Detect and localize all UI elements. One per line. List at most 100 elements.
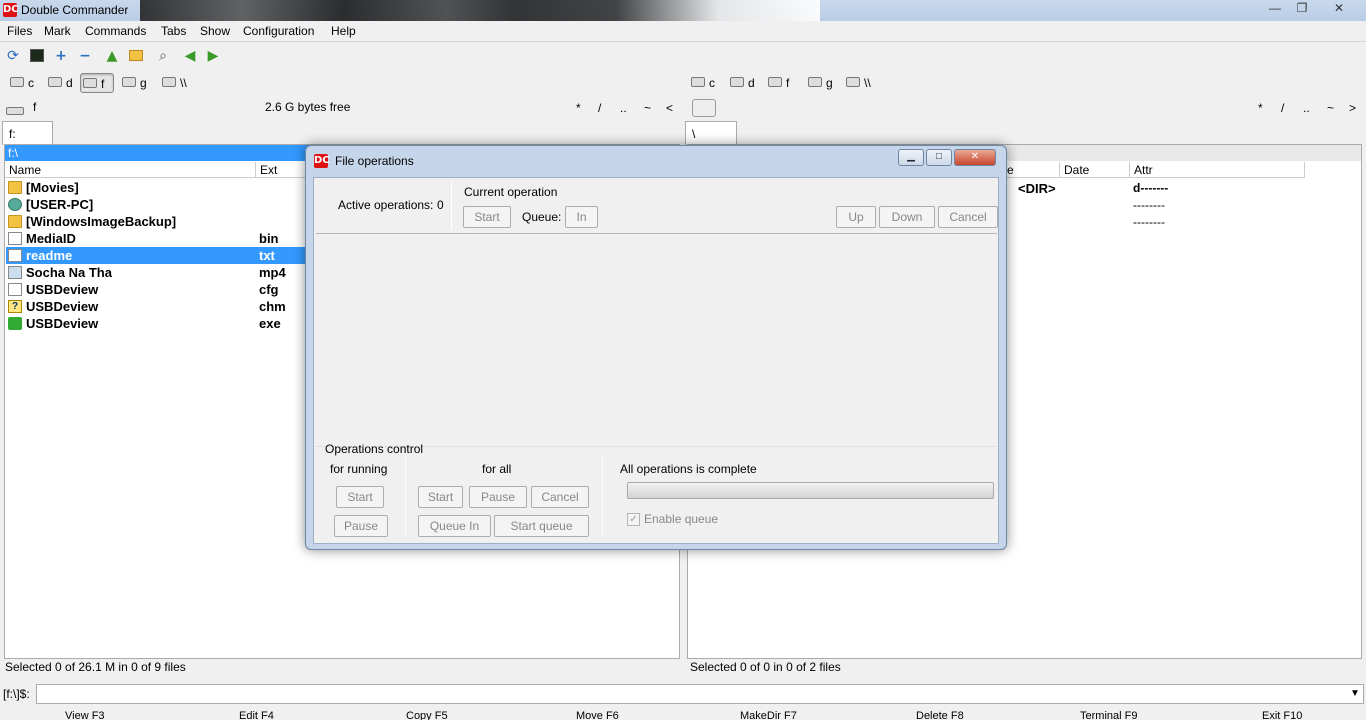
left-col-name[interactable]: Name [5,162,256,178]
dialog-title: File operations [335,154,414,168]
document-icon [8,232,22,245]
queue-in-button[interactable]: In [565,206,598,228]
up-button[interactable]: Up [836,206,876,228]
menu-configuration[interactable]: Configuration [243,24,314,38]
file-row[interactable]: [USER-PC] [6,196,306,213]
f5-copy-button[interactable]: Copy F5 [406,710,448,720]
running-start-button[interactable]: Start [336,486,384,508]
up-arrow-icon[interactable]: ▲ [102,46,122,66]
left-nav-copy[interactable]: < [666,101,673,115]
right-col-attr[interactable]: Attr [1130,162,1305,178]
network-pc-icon [8,198,22,211]
all-cancel-button[interactable]: Cancel [531,486,589,508]
right-nav-parent[interactable]: .. [1303,101,1310,115]
right-nav-root[interactable]: * [1258,101,1263,115]
running-pause-button[interactable]: Pause [334,515,388,537]
cancel-button[interactable]: Cancel [938,206,998,228]
right-col-date[interactable]: Date [1060,162,1130,178]
left-drive-d[interactable]: d [46,73,73,93]
f7-makedir-button[interactable]: MakeDir F7 [740,710,797,720]
right-drive-g[interactable]: g [806,73,833,93]
file-row-selected[interactable]: readme txt [6,247,306,264]
left-drive-f[interactable]: f [80,73,114,93]
app-logo-icon: DC [3,3,19,17]
menu-commands[interactable]: Commands [85,24,146,38]
minimize-button[interactable]: — [1260,0,1290,18]
folder-icon [8,215,22,228]
operations-list[interactable] [316,233,997,447]
right-nav-home[interactable]: ~ [1327,101,1334,115]
network-icon [162,77,176,87]
back-arrow-icon[interactable]: ◀ [180,46,200,66]
menu-help[interactable]: Help [331,24,356,38]
left-tab-f[interactable]: f: [2,121,53,145]
dialog-close-button[interactable]: ✕ [954,149,996,166]
down-button[interactable]: Down [879,206,935,228]
operations-status-text: All operations is complete [620,462,757,476]
minus-icon[interactable]: − [75,46,95,66]
left-nav-parent[interactable]: .. [620,101,627,115]
left-drive-g[interactable]: g [120,73,147,93]
right-drive-d[interactable]: d [728,73,755,93]
video-icon [8,266,22,279]
file-row[interactable]: USBDeview exe [6,315,306,332]
left-nav-home[interactable]: ~ [644,101,651,115]
file-row[interactable]: ? USBDeview chm [6,298,306,315]
drive-icon [730,77,744,87]
enable-queue-label: Enable queue [644,512,719,526]
file-row[interactable]: Socha Na Tha mp4 [6,264,306,281]
left-nav-slash[interactable]: / [598,101,601,115]
f10-exit-button[interactable]: Exit F10 [1262,710,1302,720]
left-nav-root[interactable]: * [576,101,581,115]
all-start-button[interactable]: Start [418,486,463,508]
document-icon [8,249,22,262]
drive-icon [808,77,822,87]
drive-icon [83,78,97,88]
left-drive-c[interactable]: c [8,73,34,93]
network-icon [846,77,860,87]
start-queue-button[interactable]: Start queue [494,515,589,537]
f8-delete-button[interactable]: Delete F8 [916,710,964,720]
right-nav-slash[interactable]: / [1281,101,1284,115]
all-pause-button[interactable]: Pause [469,486,527,508]
f3-view-button[interactable]: View F3 [65,710,105,720]
right-drive-network[interactable]: \\ [844,73,871,93]
menu-files[interactable]: Files [7,24,32,38]
enable-queue-checkbox[interactable]: ✓ [627,513,640,526]
restore-button[interactable]: ❐ [1287,0,1317,18]
forward-arrow-icon[interactable]: ▶ [203,46,223,66]
plus-icon[interactable]: + [51,46,71,66]
f6-move-button[interactable]: Move F6 [576,710,619,720]
f4-edit-button[interactable]: Edit F4 [239,710,274,720]
right-tab-root[interactable]: \ [685,121,737,145]
search-icon[interactable]: ⌕ [153,46,173,66]
dialog-minimize-button[interactable]: ▁ [898,149,924,166]
left-free-space: 2.6 G bytes free [265,100,351,114]
right-nav-copy[interactable]: > [1349,101,1356,115]
command-line-input[interactable] [36,684,1364,704]
file-row[interactable]: MediaID bin [6,230,306,247]
close-button[interactable]: ✕ [1324,0,1354,18]
refresh-icon[interactable]: ⟳ [3,46,23,66]
chevron-down-icon[interactable]: ▼ [1350,688,1360,699]
menu-mark[interactable]: Mark [44,24,71,38]
title-bar [0,0,1366,21]
menu-show[interactable]: Show [200,24,230,38]
right-drive-c[interactable]: c [689,73,715,93]
right-drive-f[interactable]: f [766,73,789,93]
start-button[interactable]: Start [463,206,511,228]
f9-terminal-button[interactable]: Terminal F9 [1080,710,1137,720]
file-row[interactable]: [WindowsImageBackup] [6,213,306,230]
right-drive-button[interactable] [692,99,716,117]
left-drive-network[interactable]: \\ [160,73,187,93]
file-row[interactable]: [Movies] [6,179,306,196]
file-row[interactable]: USBDeview cfg [6,281,306,298]
right-col-size[interactable]: e [1003,162,1060,178]
folder-tree-icon[interactable] [126,46,146,66]
queue-in-all-button[interactable]: Queue In [418,515,491,537]
dialog-logo-icon: DC [314,154,330,168]
menu-tabs[interactable]: Tabs [161,24,186,38]
terminal-icon[interactable] [27,46,47,66]
drive-icon [122,77,136,87]
dialog-maximize-button[interactable]: □ [926,149,952,166]
